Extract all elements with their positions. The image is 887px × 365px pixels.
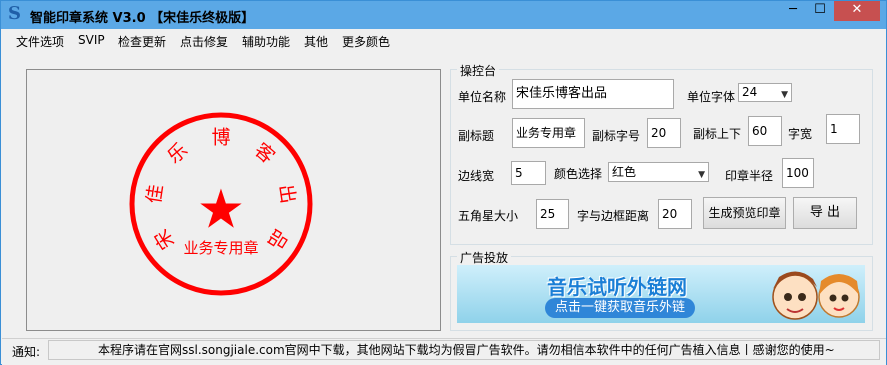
unit-name-label: 单位名称 xyxy=(458,90,507,104)
menu-svip[interactable]: SVIP xyxy=(78,33,105,47)
border-width-label: 边线宽 xyxy=(458,169,495,183)
app-logo-icon: S xyxy=(8,3,21,24)
subtitle-size-field[interactable]: 20 xyxy=(647,118,681,148)
unit-font-select[interactable]: 24 ▼ xyxy=(738,83,792,102)
radius-label: 印章半径 xyxy=(725,169,774,183)
subtitle-field[interactable]: 业务专用章 xyxy=(512,118,585,148)
unit-font-label: 单位字体 xyxy=(687,90,736,104)
subtitle-offset-label: 副标上下 xyxy=(693,127,742,141)
seal-arc-char: 博 xyxy=(211,127,230,149)
title-bar[interactable]: S 智能印章系统 V3.0 【宋佳乐终极版】 ─ ☐ ✕ xyxy=(1,1,886,29)
menu-file-options[interactable]: 文件选项 xyxy=(16,33,64,50)
seal-arc-char: 乐 xyxy=(163,139,192,168)
export-button[interactable]: 导 出 xyxy=(793,197,857,229)
star-size-field[interactable]: 25 xyxy=(536,199,569,229)
seal-arc-char: 宋 xyxy=(150,225,179,253)
subtitle-offset-field[interactable]: 60 xyxy=(748,116,782,146)
subtitle-label: 副标题 xyxy=(458,129,495,143)
color-select[interactable]: 红色 ▼ xyxy=(608,162,709,182)
text-gap-label: 字与边框距离 xyxy=(577,209,650,223)
menu-check-update[interactable]: 检查更新 xyxy=(118,33,166,50)
seal-preview-canvas: 宋佳乐博客出品 ★ 业务专用章 xyxy=(26,69,441,331)
seal-arc-char: 客 xyxy=(250,139,279,168)
subtitle-size-label: 副标字号 xyxy=(592,129,641,143)
seal-preview: 宋佳乐博客出品 ★ 业务专用章 xyxy=(129,112,313,296)
close-button[interactable]: ✕ xyxy=(834,1,880,21)
star-size-label: 五角星大小 xyxy=(458,209,519,223)
menu-other[interactable]: 其他 xyxy=(304,33,328,50)
ads-group-title: 广告投放 xyxy=(457,249,512,266)
char-width-label: 字宽 xyxy=(788,127,813,141)
status-message: 本程序请在官网ssl.songjiale.com官网中下载，其他网站下载均为假冒… xyxy=(98,343,835,357)
ad-banner[interactable]: 音乐试听外链网 点击一键获取音乐外链 xyxy=(457,265,865,323)
chevron-down-icon: ▼ xyxy=(698,170,705,180)
menu-repair[interactable]: 点击修复 xyxy=(180,33,228,50)
window-title: 智能印章系统 V3.0 【宋佳乐终极版】 xyxy=(30,11,255,26)
menu-bar: 文件选项 SVIP 检查更新 点击修复 辅助功能 其他 更多颜色 xyxy=(2,30,886,52)
status-bar: 通知: 本程序请在官网ssl.songjiale.com官网中下载，其他网站下载… xyxy=(2,338,886,365)
unit-font-value: 24 xyxy=(742,85,758,99)
menu-tools[interactable]: 辅助功能 xyxy=(242,33,290,50)
generate-preview-button[interactable]: 生成预览印章 xyxy=(703,197,786,229)
border-width-field[interactable]: 5 xyxy=(511,161,546,185)
ad-cartoon-image xyxy=(772,271,860,320)
seal-arc-char: 佳 xyxy=(143,183,168,205)
seal-star-icon: ★ xyxy=(197,178,245,241)
unit-name-field[interactable]: 宋佳乐博客出品 xyxy=(512,79,674,109)
chevron-down-icon: ▼ xyxy=(781,90,788,100)
radius-field[interactable]: 100 xyxy=(782,158,814,188)
ad-headline: 音乐试听外链网 xyxy=(547,275,687,299)
text-gap-field[interactable]: 20 xyxy=(658,199,692,229)
seal-arc-char: 品 xyxy=(263,225,292,253)
char-width-field[interactable]: 1 xyxy=(826,114,860,144)
seal-subtitle: 业务专用章 xyxy=(183,239,258,257)
menu-more-colors[interactable]: 更多颜色 xyxy=(342,33,390,50)
color-label: 颜色选择 xyxy=(554,167,603,181)
status-label: 通知: xyxy=(12,345,41,359)
app-window: S 智能印章系统 V3.0 【宋佳乐终极版】 ─ ☐ ✕ 文件选项 SVIP 检… xyxy=(0,0,887,365)
maximize-button[interactable]: ☐ xyxy=(807,1,833,21)
minimize-button[interactable]: ─ xyxy=(780,1,806,21)
ad-cta: 点击一键获取音乐外链 xyxy=(545,298,696,318)
control-panel-title: 操控台 xyxy=(457,62,500,79)
seal-arc-char: 出 xyxy=(274,183,299,205)
color-value: 红色 xyxy=(612,165,637,179)
